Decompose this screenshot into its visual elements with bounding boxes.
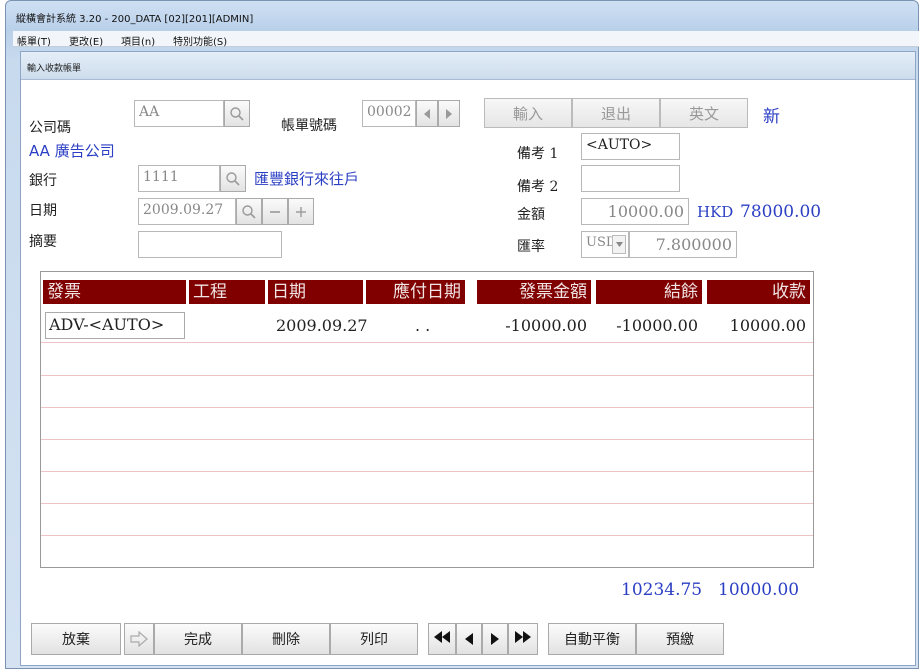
input-button[interactable]: 輸入: [484, 98, 572, 128]
menu-special[interactable]: 特別功能(S): [173, 33, 227, 48]
complete-button[interactable]: 完成: [154, 623, 242, 655]
double-chevron-left-icon: [434, 631, 450, 647]
bill-no-field[interactable]: 00002: [362, 100, 416, 127]
col-project-header[interactable]: 工程: [189, 280, 265, 304]
english-button[interactable]: 英文: [660, 98, 748, 128]
company-code-field[interactable]: AA: [134, 100, 224, 127]
double-chevron-right-icon: [515, 631, 531, 647]
receipt-form-window: 輸入收款帳單 公司碼 AA 帳單號碼 00002 輸入 退出 英文 新 AA 廣…: [20, 51, 916, 666]
rate-currency-select[interactable]: USD: [581, 231, 629, 258]
menu-edit[interactable]: 更改(E): [69, 33, 103, 48]
prepay-button[interactable]: 預繳: [636, 623, 724, 655]
bank-code-field[interactable]: 1111: [138, 165, 220, 192]
plus-icon: [296, 206, 306, 217]
col-date-header[interactable]: 日期: [268, 280, 363, 304]
magnifier-icon: [230, 106, 244, 121]
company-code-label: 公司碼: [29, 120, 71, 136]
rate-field[interactable]: 7.800000: [629, 231, 737, 258]
col-balance-header[interactable]: 結餘: [596, 280, 702, 304]
row-divider: [41, 535, 813, 536]
magnifier-icon: [242, 204, 256, 219]
date-label: 日期: [29, 203, 57, 219]
remark1-label: 備考 1: [517, 146, 559, 162]
menu-items[interactable]: 項目(n): [121, 33, 155, 48]
bill-no-label: 帳單號碼: [281, 118, 337, 134]
due-date-cell[interactable]: . .: [415, 316, 430, 335]
forward-arrow-button[interactable]: [124, 623, 154, 655]
row-divider: [41, 375, 813, 376]
company-search-button[interactable]: [224, 100, 250, 127]
last-record-button[interactable]: [508, 623, 538, 655]
invoice-grid: 發票 工程 日期 應付日期 發票金額 結餘 收款 ADV-<AUTO> 2009…: [40, 271, 814, 568]
magnifier-icon: [226, 171, 240, 186]
date-picker-button[interactable]: [236, 198, 262, 225]
bottom-toolbar: 放棄 完成 刪除 列印 自動平衡 預繳: [21, 621, 915, 665]
menu-bar: 帳單(T) 更改(E) 項目(n) 特別功能(S): [13, 31, 919, 48]
amount-converted: 78000.00: [740, 202, 822, 222]
menu-bill[interactable]: 帳單(T): [17, 33, 51, 48]
window-title: 縱橫會計系統 3.20 - 200_DATA [02][201][ADMIN]: [16, 14, 254, 25]
bank-name: 匯豐銀行來往戶: [254, 170, 360, 188]
col-receipt-header[interactable]: 收款: [707, 280, 810, 304]
amount-field[interactable]: 10000.00: [581, 198, 689, 225]
bank-label: 銀行: [29, 173, 57, 189]
form-title: 輸入收款帳單: [27, 64, 82, 74]
first-record-button[interactable]: [428, 623, 456, 655]
balance-cell[interactable]: -10000.00: [596, 316, 702, 335]
row-divider: [41, 342, 813, 343]
receipt-cell[interactable]: 10000.00: [707, 316, 810, 335]
chevron-left-icon: [424, 108, 430, 119]
row-divider: [41, 407, 813, 408]
invoice-cell[interactable]: ADV-<AUTO>: [45, 312, 185, 339]
row-divider: [41, 503, 813, 504]
bank-search-button[interactable]: [220, 165, 246, 192]
col-invoice-amount-header[interactable]: 發票金額: [477, 280, 591, 304]
balance-total: 10234.75: [621, 580, 703, 600]
title-bar[interactable]: 縱橫會計系統 3.20 - 200_DATA [02][201][ADMIN]: [6, 1, 919, 31]
delete-button[interactable]: 刪除: [242, 623, 330, 655]
auto-balance-button[interactable]: 自動平衡: [548, 623, 636, 655]
form-title-bar: 輸入收款帳單: [21, 52, 915, 80]
prev-bill-button[interactable]: [416, 100, 438, 127]
remark2-field[interactable]: [581, 165, 680, 192]
rate-label: 匯率: [517, 239, 545, 255]
date-increment-button[interactable]: [288, 198, 314, 225]
chevron-right-icon: [491, 633, 499, 645]
chevron-right-icon: [446, 108, 452, 119]
summary-field[interactable]: [138, 231, 282, 258]
print-button[interactable]: 列印: [330, 623, 418, 655]
abandon-button[interactable]: 放棄: [31, 623, 121, 655]
invoice-amount-cell[interactable]: -10000.00: [477, 316, 591, 335]
date-decrement-button[interactable]: [262, 198, 288, 225]
next-record-button[interactable]: [482, 623, 508, 655]
remark2-label: 備考 2: [517, 179, 559, 195]
receipt-total: 10000.00: [718, 580, 800, 600]
exit-button[interactable]: 退出: [572, 98, 660, 128]
chevron-left-icon: [465, 633, 473, 645]
minus-icon: [270, 210, 280, 213]
chevron-down-icon: [612, 235, 626, 254]
date-field[interactable]: 2009.09.27: [138, 198, 236, 225]
row-divider: [41, 471, 813, 472]
col-due-date-header[interactable]: 應付日期: [366, 280, 465, 304]
status-new-badge: 新: [763, 107, 780, 127]
prev-record-button[interactable]: [456, 623, 482, 655]
summary-label: 摘要: [29, 234, 57, 250]
remark1-field[interactable]: <AUTO>: [581, 133, 680, 160]
app-window: 縱橫會計系統 3.20 - 200_DATA [02][201][ADMIN] …: [5, 0, 919, 669]
amount-currency: HKD: [697, 203, 734, 221]
row-divider: [41, 439, 813, 440]
amount-label: 金額: [517, 207, 545, 223]
company-name: AA 廣告公司: [29, 142, 115, 160]
next-bill-button[interactable]: [438, 100, 460, 127]
col-invoice-header[interactable]: 發票: [43, 280, 186, 304]
arrow-right-icon: [130, 631, 148, 647]
date-cell[interactable]: 2009.09.27: [276, 316, 368, 335]
